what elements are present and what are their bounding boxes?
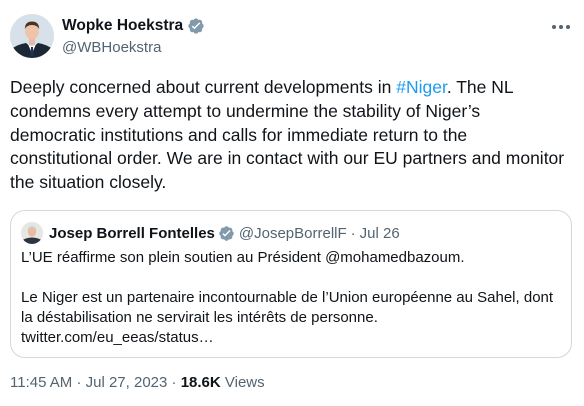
tweet-text: Deeply concerned about current developme… xyxy=(10,76,570,195)
views-count: 18.6K xyxy=(180,374,221,391)
hashtag-link[interactable]: #Niger xyxy=(396,77,447,97)
quoted-separator: · xyxy=(350,224,356,242)
verified-badge-icon[interactable] xyxy=(218,225,235,242)
tweet-time[interactable]: 11:45 AM xyxy=(10,374,72,391)
quoted-tweet-date[interactable]: Jul 26 xyxy=(360,225,400,242)
tweet-text-part-1: Deeply concerned about current developme… xyxy=(10,77,397,97)
views-label: Views xyxy=(224,374,265,391)
quoted-author-avatar[interactable] xyxy=(21,222,43,244)
tweet-header: Wopke Hoekstra @WBHoekstra xyxy=(10,14,574,62)
quoted-tweet-paragraph-1: L’UE réaffirme son plein soutien au Prés… xyxy=(21,249,465,266)
verified-badge-icon[interactable] xyxy=(187,17,205,35)
quoted-author-display-name[interactable]: Josep Borrell Fontelles xyxy=(49,225,215,242)
meta-separator: · xyxy=(76,374,82,391)
quoted-tweet[interactable]: Josep Borrell Fontelles @JosepBorrellF ·… xyxy=(10,210,572,358)
more-options-icon[interactable] xyxy=(550,20,572,32)
meta-separator-2: · xyxy=(171,374,177,391)
quoted-tweet-header: Josep Borrell Fontelles @JosepBorrellF ·… xyxy=(21,222,400,244)
tweet-date[interactable]: Jul 27, 2023 xyxy=(86,374,168,391)
author-display-name[interactable]: Wopke Hoekstra xyxy=(62,17,183,35)
quoted-tweet-text: L’UE réaffirme son plein soutien au Prés… xyxy=(21,248,561,348)
tweet-card: Wopke Hoekstra @WBHoekstra Deeply concer… xyxy=(0,0,584,406)
author-names: Wopke Hoekstra @WBHoekstra xyxy=(62,16,205,56)
quoted-tweet-paragraph-2: Le Niger est un partenaire incontournabl… xyxy=(21,289,554,346)
tweet-meta: 11:45 AM · Jul 27, 2023 · 18.6K Views xyxy=(10,374,265,391)
quoted-author-handle[interactable]: @JosepBorrellF xyxy=(239,225,347,242)
author-handle[interactable]: @WBHoekstra xyxy=(62,39,205,56)
author-avatar[interactable] xyxy=(10,14,54,58)
